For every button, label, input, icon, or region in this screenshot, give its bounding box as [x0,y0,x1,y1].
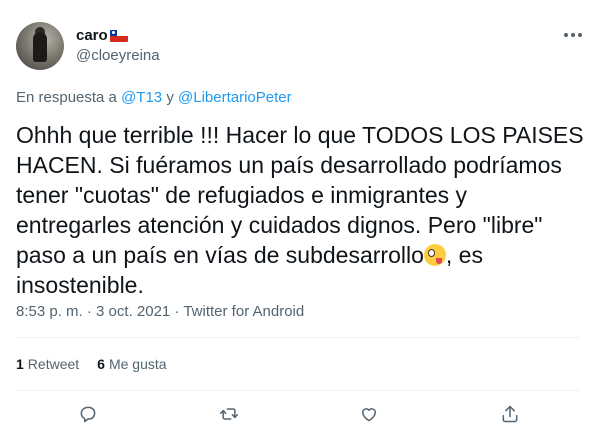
likes-count: 6 [97,356,105,372]
dot-icon [571,33,575,37]
likes-label: Me gusta [108,356,167,372]
tweet-text: Ohhh que terrible !!! Hacer lo que TODOS… [16,120,586,300]
author-name-row[interactable]: caro [76,27,128,44]
tweet-text-main: Ohhh que terrible !!! Hacer lo que TODOS… [16,122,584,268]
author-display-name[interactable]: caro [76,27,108,44]
zany-face-emoji-icon [423,244,446,266]
divider [16,390,580,391]
dot-icon [564,33,568,37]
share-button[interactable] [496,400,524,428]
tweet-time[interactable]: 8:53 p. m. [16,303,83,320]
mention-link-t13[interactable]: @T13 [121,89,162,106]
reply-button[interactable] [74,400,102,428]
action-bar [0,400,596,428]
dot-icon [578,33,582,37]
retweets-label: Retweet [27,356,80,372]
mention-link-libertariopeter[interactable]: @LibertarioPeter [178,89,292,106]
reply-prefix: En respuesta a [16,89,122,106]
reply-context: En respuesta a @T13 y @LibertarioPeter [16,89,292,106]
tweet-meta: 8:53 p. m. · 3 oct. 2021 · Twitter for A… [16,303,304,320]
more-options-button[interactable] [562,24,584,46]
tweet-card: caro @cloeyreina En respuesta a @T13 y @… [0,0,596,446]
tweet-stats: 1 Retweet 6 Me gusta [16,356,167,372]
retweets-count: 1 [16,356,24,372]
avatar-figure [33,32,47,62]
divider [16,337,580,338]
avatar[interactable] [16,22,64,70]
chile-flag-icon [109,29,128,42]
meta-separator: · [82,303,97,320]
likes-stat[interactable]: 6 Me gusta [97,356,166,372]
reply-icon [80,406,96,423]
author-handle[interactable]: @cloeyreina [76,47,160,64]
retweet-icon [219,408,239,420]
retweet-button[interactable] [215,400,243,428]
tweet-source[interactable]: Twitter for Android [183,303,304,320]
retweets-stat[interactable]: 1 Retweet [16,356,79,372]
tweet-date[interactable]: 3 oct. 2021 [96,303,170,320]
like-button[interactable] [355,400,383,428]
meta-separator: · [170,303,184,320]
reply-connector: y [162,89,178,106]
heart-icon [362,408,376,422]
share-icon [502,405,518,423]
